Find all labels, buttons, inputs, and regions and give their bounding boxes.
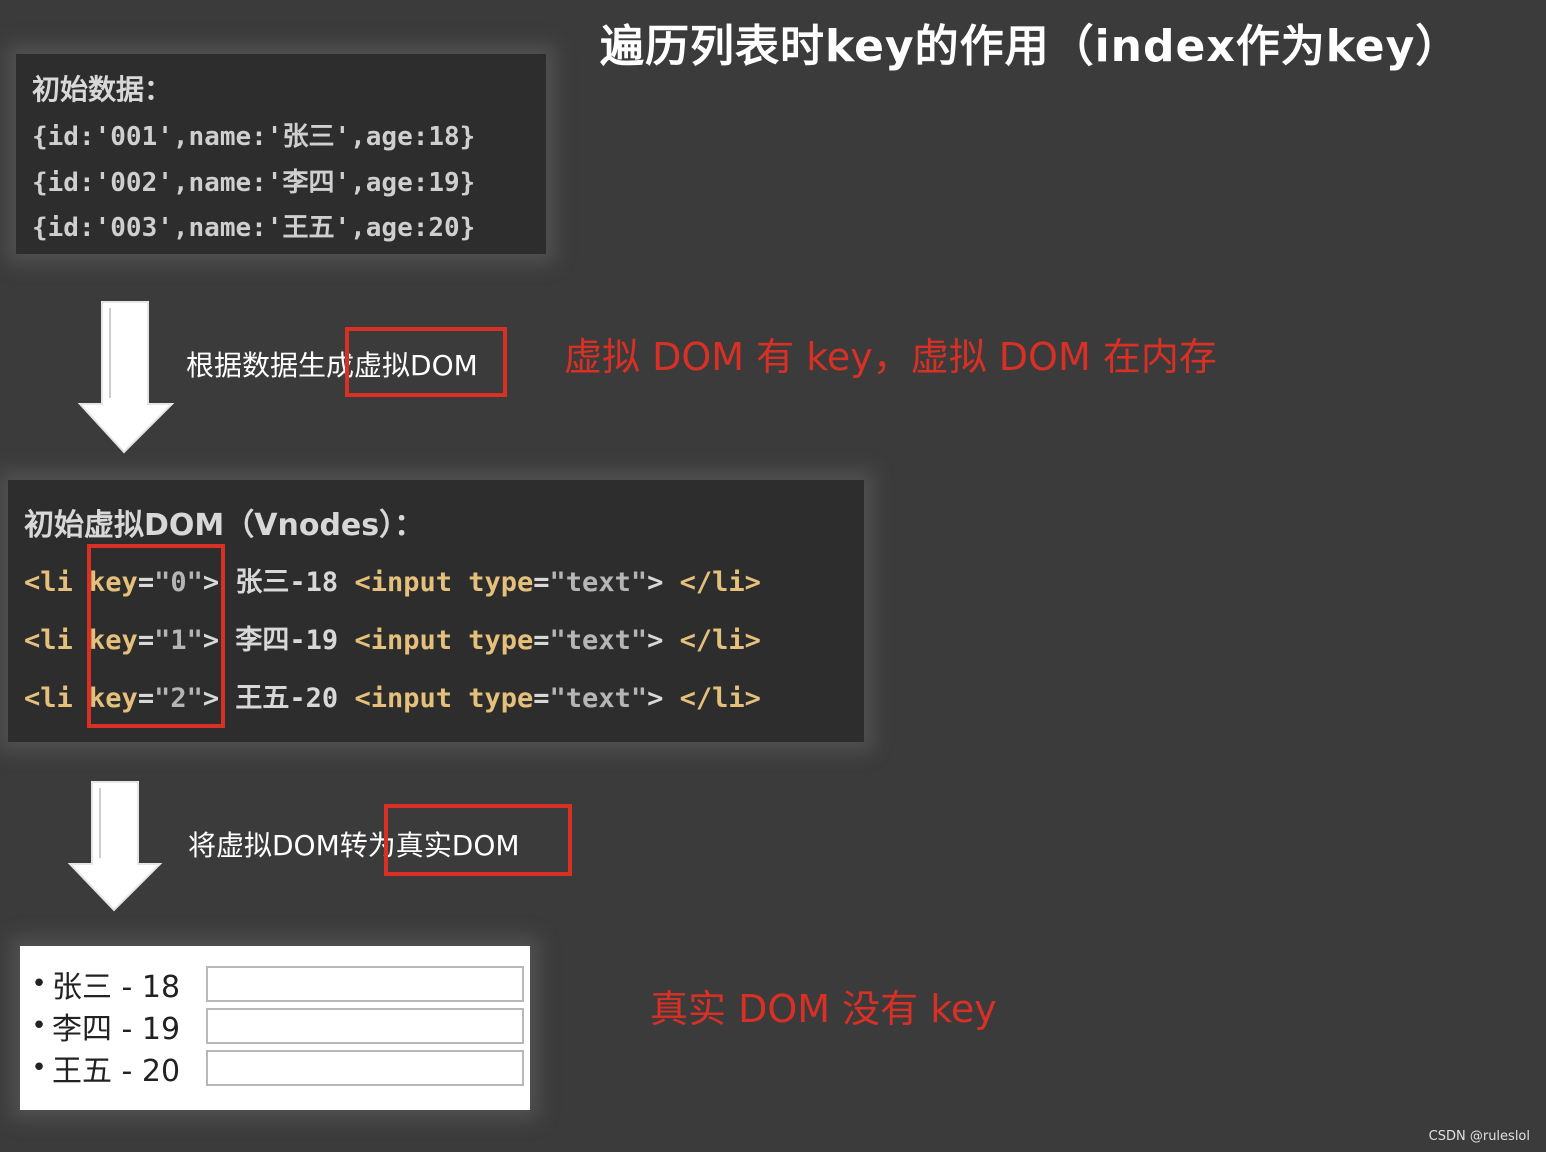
down-arrow-icon (67, 781, 163, 912)
list-item-label: 张三 - 18 (52, 970, 181, 1005)
bullet-icon: • (31, 1053, 47, 1083)
page-title: 遍历列表时key的作用（index作为key） (600, 21, 1461, 72)
virtual-dom-note: 虚拟 DOM 有 key，虚拟 DOM 在内存 (564, 335, 1217, 379)
data-row: {id:'003',name:'王五',age:20} (32, 213, 476, 243)
watermark: CSDN @ruleslol (1428, 1129, 1530, 1144)
key-highlight-box (87, 544, 225, 728)
list-item-label: 李四 - 19 (52, 1012, 181, 1047)
real-dom-panel: • 张三 - 18 • 李四 - 19 • 王五 - 20 (20, 946, 530, 1110)
text-input[interactable] (206, 1008, 524, 1044)
list-item: • 张三 - 18 (26, 964, 524, 1005)
real-dom-note: 真实 DOM 没有 key (650, 987, 997, 1031)
bullet-icon: • (31, 969, 47, 999)
initial-data-heading: 初始数据： (32, 73, 173, 106)
text-input[interactable] (206, 1050, 524, 1086)
bullet-icon: • (31, 1011, 47, 1041)
virtual-dom-highlight-box (345, 327, 507, 397)
down-arrow-icon (77, 301, 175, 454)
data-row: {id:'002',name:'李四',age:19} (32, 168, 476, 198)
virtual-dom-heading: 初始虚拟DOM（Vnodes）： (24, 508, 425, 543)
data-row: {id:'001',name:'张三',age:18} (32, 122, 476, 152)
real-dom-highlight-box (384, 804, 572, 876)
list-item: • 王五 - 20 (26, 1048, 524, 1089)
initial-data-panel: 初始数据： {id:'001',name:'张三',age:18} {id:'0… (16, 54, 546, 254)
text-input[interactable] (206, 966, 524, 1002)
list-item-label: 王五 - 20 (52, 1054, 181, 1089)
list-item: • 李四 - 19 (26, 1006, 524, 1047)
